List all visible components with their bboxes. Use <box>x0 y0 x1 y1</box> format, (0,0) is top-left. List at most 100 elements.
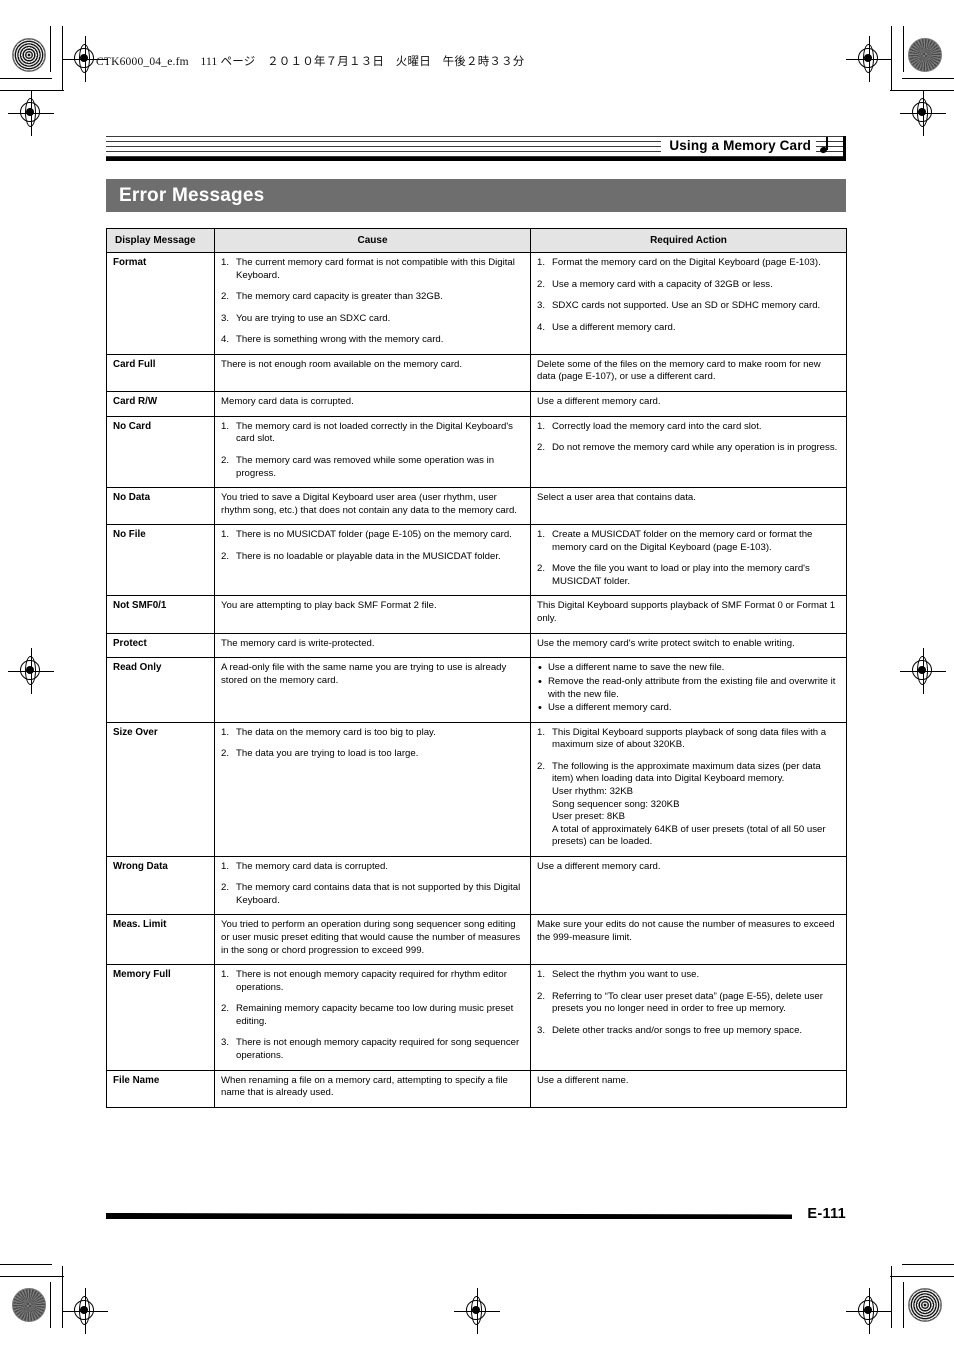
page-number: E-111 <box>807 1206 846 1222</box>
list-item: 3. There is not enough memory capacity re… <box>221 1037 520 1061</box>
staff-end-bar <box>843 136 846 161</box>
table-row: No Data You tried to save a Digital Keybo… <box>106 487 847 526</box>
cell-cause: 1. The memory card is not loaded correctl… <box>214 415 531 489</box>
halftone-dot-top-right <box>908 38 942 72</box>
list-item-detail: Song sequencer song: 320KB <box>552 798 680 810</box>
error-messages-table: Display Message Cause Required Action Fo… <box>106 227 847 1108</box>
list-item-number: 2. <box>537 442 546 454</box>
list-item-number: 2. <box>221 550 230 562</box>
list-item-number: 1. <box>537 969 546 981</box>
crop-mark-top-left-v1 <box>50 26 51 72</box>
table-row: Protect The memory card is write-protecte… <box>106 632 847 659</box>
cell-display-message: Not SMF0/1 <box>106 595 215 634</box>
list-item: 2. Do not remove the memory card while an… <box>537 442 838 454</box>
list-item: 1. The memory card data is corrupted. <box>221 860 388 872</box>
crop-mark-bottom-right-v1 <box>903 1282 904 1328</box>
list-item: 3. You are trying to use an SDXC card. <box>221 312 391 324</box>
cell-cause: When renaming a file on a memory card, a… <box>214 1069 531 1108</box>
list-item-number: 3. <box>537 1024 546 1036</box>
numbered-list: 1. There is no MUSICDAT folder (page E-10… <box>221 529 524 563</box>
cell-text: You are attempting to play back SMF Form… <box>221 600 437 612</box>
table-row: Card Full There is not enough room availa… <box>106 353 847 393</box>
halftone-dot-top-left <box>12 38 46 72</box>
list-item: • Use a different memory card. <box>538 701 672 714</box>
list-item: 2. The following is the approximate maxim… <box>537 761 840 849</box>
cell-display-message: Card Full <box>106 353 215 393</box>
list-item: 2. Referring to “To clear user preset dat… <box>537 990 823 1015</box>
table-row: Wrong Data 1. The memory card data is corr… <box>106 855 847 916</box>
list-item-number: 1. <box>221 529 230 541</box>
list-item-number: 2. <box>221 882 230 894</box>
cell-required-action: 1. Select the rhythm you want to use. 2. Re… <box>530 964 847 1071</box>
bulleted-list: • Use a different name to save the new fi… <box>537 662 840 714</box>
list-item-number: 1. <box>221 257 230 269</box>
file-slug-line: CTK6000_04_e.fm 111 ページ ２０１０年７月１３日 火曜日 午… <box>96 56 525 68</box>
numbered-list: 1. There is not enough memory capacity re… <box>221 969 524 1062</box>
crop-mark-bottom-left-v1 <box>50 1282 51 1328</box>
list-item-number: 2. <box>537 760 546 772</box>
list-item-number: 4. <box>537 321 546 333</box>
list-item-number: 1. <box>221 420 230 432</box>
table-header-row: Display Message Cause Required Action <box>106 227 847 254</box>
halftone-dot-bottom-right <box>908 1288 942 1322</box>
halftone-dot-bottom-left <box>12 1288 46 1322</box>
list-item-number: 2. <box>221 454 230 466</box>
cell-cause: 1. There is no MUSICDAT folder (page E-10… <box>214 524 531 597</box>
quarter-note-icon <box>819 136 834 157</box>
table-header: Display Message Cause Required Action <box>106 227 847 254</box>
list-item: 1. Select the rhythm you want to use. <box>537 969 700 981</box>
table-row: No File 1. There is no MUSICDAT folder (pa… <box>106 524 847 597</box>
running-head-rule <box>106 157 846 161</box>
numbered-list: 1. The data on the memory card is too big… <box>221 727 524 761</box>
crop-mark-bottom-left-h1 <box>0 1264 52 1265</box>
cell-text: A read-only file with the same name you … <box>221 662 507 686</box>
column-header-display-message: Display Message <box>106 227 215 254</box>
cell-display-message: Protect <box>106 632 215 659</box>
cell-display-message: No Card <box>106 415 215 489</box>
cell-display-message: Read Only <box>106 657 215 723</box>
cell-required-action: 1. This Digital Keyboard supports playbac… <box>530 721 847 857</box>
list-item-number: 2. <box>537 990 546 1002</box>
numbered-list: 1. Format the memory card on the Digital … <box>537 257 840 334</box>
cell-required-action: Use a different name. <box>530 1069 847 1108</box>
list-item: 2. Move the file you want to load or play… <box>537 563 810 587</box>
registration-cross-left-middle <box>8 648 54 694</box>
cell-cause: 1. There is not enough memory capacity re… <box>214 964 531 1071</box>
list-item-number: 1. <box>537 529 546 541</box>
list-item-number: 2. <box>221 291 230 303</box>
numbered-list: 1. This Digital Keyboard supports playbac… <box>537 727 840 849</box>
table-body: Format 1. The current memory card format i… <box>106 252 847 1108</box>
cell-text: Make sure your edits do not cause the nu… <box>537 919 835 943</box>
table-row: Meas. Limit You tried to perform an opera… <box>106 914 847 966</box>
list-item-number: 4. <box>221 334 230 346</box>
cell-required-action: This Digital Keyboard supports playback … <box>530 595 847 634</box>
column-header-required-action: Required Action <box>530 227 847 254</box>
bullet-icon: • <box>538 661 542 674</box>
crop-mark-top-right-h1 <box>902 78 954 79</box>
table-row: Not SMF0/1 You are attempting to play bac… <box>106 595 847 634</box>
list-item-number: 1. <box>537 420 546 432</box>
cell-text: Use a different name. <box>537 1074 629 1086</box>
registration-cross-bottom-center <box>454 1288 500 1334</box>
cell-required-action: 1. Correctly load the memory card into th… <box>530 415 847 489</box>
numbered-list: 1. The memory card data is corrupted. 2. Th… <box>221 861 524 908</box>
cell-cause: 1. The data on the memory card is too big… <box>214 721 531 857</box>
list-item: 1. Correctly load the memory card into th… <box>537 420 762 432</box>
cell-cause: A read-only file with the same name you … <box>214 657 531 723</box>
table-row: No Card 1. The memory card is not loaded c… <box>106 415 847 489</box>
registration-cross-top-right <box>846 36 892 82</box>
crop-mark-bottom-right-h2 <box>890 1276 954 1277</box>
list-item: 1. The memory card is not loaded correctl… <box>221 420 513 445</box>
cell-required-action: • Use a different name to save the new fi… <box>530 657 847 723</box>
cell-required-action: Use a different memory card. <box>530 855 847 916</box>
list-item-number: 3. <box>537 300 546 312</box>
list-item: 1. There is not enough memory capacity re… <box>221 969 507 993</box>
cell-required-action: 1. Create a MUSICDAT folder on the memory… <box>530 524 847 597</box>
cell-cause: You tried to save a Digital Keyboard use… <box>214 487 531 526</box>
cell-cause: The memory card is write-protected. <box>214 632 531 659</box>
list-item: 2. The memory card contains data that is … <box>221 882 521 906</box>
cell-display-message: Size Over <box>106 721 215 857</box>
list-item: 2. The memory card was removed while some… <box>221 454 495 479</box>
numbered-list: 1. The memory card is not loaded correctl… <box>221 421 524 480</box>
list-item: 4. Use a different memory card. <box>537 321 676 333</box>
